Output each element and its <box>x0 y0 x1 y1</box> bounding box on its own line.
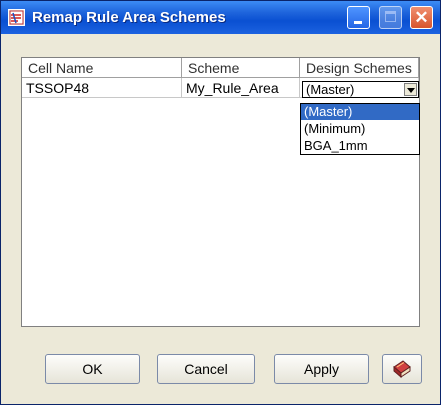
scheme-grid[interactable]: Cell Name Scheme Design Schemes TSSOP48 … <box>21 57 420 327</box>
cancel-button[interactable]: Cancel <box>157 354 255 384</box>
dropdown-option-master[interactable]: (Master) <box>301 104 419 120</box>
dropdown-option-bga-1mm[interactable]: BGA_1mm <box>301 138 419 154</box>
close-button[interactable]: ✕ <box>410 6 433 29</box>
app-icon <box>8 9 25 26</box>
design-scheme-selected-value: (Master) <box>306 82 355 97</box>
column-header-scheme[interactable]: Scheme <box>182 58 300 78</box>
chevron-down-icon <box>407 88 415 93</box>
apply-button[interactable]: Apply <box>274 354 369 384</box>
design-scheme-dropdown-list[interactable]: (Master) (Minimum) BGA_1mm <box>300 103 420 155</box>
minimize-icon <box>354 21 362 24</box>
dialog-window: Remap Rule Area Schemes ✕ Cell Name Sche… <box>0 0 441 405</box>
window-title: Remap Rule Area Schemes <box>32 9 226 26</box>
column-header-cell-name[interactable]: Cell Name <box>22 58 182 78</box>
dropdown-button[interactable] <box>404 83 417 96</box>
close-icon: ✕ <box>414 8 429 27</box>
design-scheme-combobox[interactable]: (Master) <box>302 81 419 98</box>
minimize-button[interactable] <box>347 6 370 29</box>
maximize-icon <box>385 11 396 22</box>
dropdown-option-minimum[interactable]: (Minimum) <box>301 121 419 137</box>
scheme-value[interactable]: My_Rule_Area <box>182 78 300 98</box>
book-icon <box>393 360 411 379</box>
column-header-design-schemes[interactable]: Design Schemes <box>300 58 419 78</box>
title-bar[interactable]: Remap Rule Area Schemes ✕ <box>1 1 440 34</box>
cell-name-value[interactable]: TSSOP48 <box>22 78 182 98</box>
grid-header: Cell Name Scheme Design Schemes <box>22 58 419 78</box>
ok-button[interactable]: OK <box>45 354 140 384</box>
maximize-button[interactable] <box>379 6 402 29</box>
help-button[interactable] <box>382 354 422 384</box>
